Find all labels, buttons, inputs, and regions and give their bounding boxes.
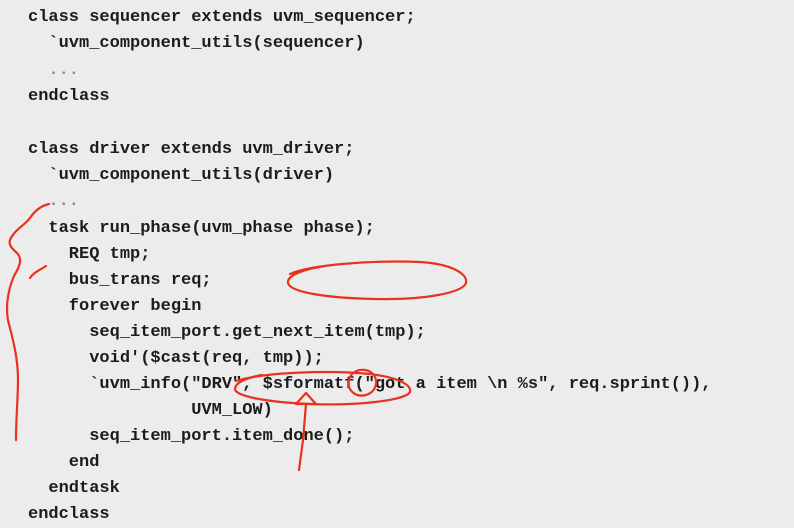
left-bracket-tick xyxy=(28,264,48,280)
arrow-shaft xyxy=(297,402,308,472)
code-line: endtask xyxy=(28,479,120,498)
left-bracket-stroke xyxy=(5,202,51,442)
oval-get-next-item xyxy=(286,260,468,301)
hand-drawn-annotations xyxy=(5,202,468,472)
oval-item-done xyxy=(233,370,412,406)
code-line: endclass xyxy=(28,505,110,524)
